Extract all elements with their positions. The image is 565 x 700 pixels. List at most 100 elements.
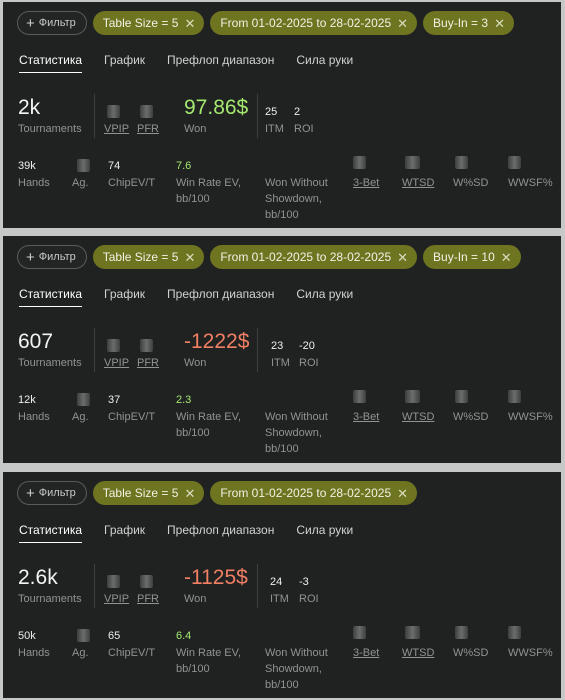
chipev-value: 74: [108, 160, 121, 172]
itm-label: ITM: [270, 593, 289, 605]
filter-chip-buy-in[interactable]: Buy-In = 3 ✕: [423, 11, 514, 35]
tab-statistics[interactable]: Статистика: [19, 523, 83, 543]
close-icon[interactable]: ✕: [397, 251, 408, 264]
hidden-ag-value: [77, 393, 90, 406]
tournaments-label: Tournaments: [18, 123, 82, 135]
tab-hand-strength[interactable]: Сила руки: [296, 523, 353, 543]
hidden-wtsd-value: [405, 156, 420, 169]
hidden-pfr-value: [140, 339, 153, 352]
hidden-pfr-value: [140, 575, 153, 588]
3bet-label[interactable]: 3-Bet: [353, 645, 379, 661]
close-icon[interactable]: ✕: [397, 17, 408, 30]
wwsf-label: WWSF%: [508, 647, 553, 659]
filter-chip-table-size[interactable]: Table Size = 5 ✕: [92, 11, 205, 35]
divider: [257, 328, 258, 372]
divider: [257, 94, 258, 138]
won-without-line1: Won Without: [265, 177, 328, 189]
chip-label: Buy-In = 10: [433, 250, 495, 264]
won-value: 97.86$: [184, 96, 249, 119]
tab-bar: Статистика График Префлоп диапазон Сила …: [19, 53, 353, 73]
wsd-label: W%SD: [453, 647, 489, 659]
roi-value: 2: [294, 106, 301, 118]
stats-panel-1: + Фильтр Table Size = 5 ✕ From 01-02-202…: [3, 2, 561, 228]
plus-icon: +: [26, 14, 35, 32]
filter-button-label: Фильтр: [38, 17, 76, 29]
tournaments-value: 2k: [18, 96, 41, 119]
tournaments-label: Tournaments: [18, 357, 82, 369]
wtsd-label[interactable]: WTSD: [402, 175, 434, 191]
filter-chip-date-range[interactable]: From 01-02-2025 to 28-02-2025 ✕: [210, 245, 418, 269]
hidden-ag-value: [77, 629, 90, 642]
chipev-value: 65: [108, 630, 121, 642]
pfr-label[interactable]: PFR: [137, 121, 159, 137]
tab-statistics[interactable]: Статистика: [19, 287, 83, 307]
vpip-label[interactable]: VPIP: [104, 355, 129, 371]
3bet-label[interactable]: 3-Bet: [353, 175, 379, 191]
hidden-vpip-value: [107, 339, 120, 352]
filter-button[interactable]: + Фильтр: [17, 481, 87, 505]
close-icon[interactable]: ✕: [184, 17, 195, 30]
hidden-wtsd-value: [405, 390, 420, 403]
wwsf-label: WWSF%: [508, 411, 553, 423]
hidden-wwsf-value: [508, 626, 521, 639]
hidden-wwsf-value: [508, 156, 521, 169]
tab-bar: Статистика График Префлоп диапазон Сила …: [19, 287, 353, 307]
tab-preflop-range[interactable]: Префлоп диапазон: [167, 523, 274, 543]
filter-chip-date-range[interactable]: From 01-02-2025 to 28-02-2025 ✕: [210, 481, 418, 505]
filter-chip-buy-in[interactable]: Buy-In = 10 ✕: [423, 245, 521, 269]
close-icon[interactable]: ✕: [184, 487, 195, 500]
hidden-vpip-value: [107, 575, 120, 588]
pfr-label[interactable]: PFR: [137, 355, 159, 371]
tab-hand-strength[interactable]: Сила руки: [296, 287, 353, 307]
hands-label: Hands: [18, 411, 50, 423]
tab-chart[interactable]: График: [104, 287, 145, 307]
tab-statistics[interactable]: Статистика: [19, 53, 83, 73]
vpip-label[interactable]: VPIP: [104, 591, 129, 607]
won-value: -1125$: [184, 566, 248, 589]
won-value: -1222$: [184, 330, 250, 353]
winrate-label-line1: Win Rate EV,: [176, 177, 242, 189]
filter-button-label: Фильтр: [38, 251, 76, 263]
tab-chart[interactable]: График: [104, 53, 145, 73]
itm-label: ITM: [271, 357, 290, 369]
close-icon[interactable]: ✕: [501, 251, 512, 264]
pfr-label[interactable]: PFR: [137, 591, 159, 607]
filter-button[interactable]: + Фильтр: [17, 245, 87, 269]
stats-panel-3: + Фильтр Table Size = 5 ✕ From 01-02-202…: [3, 472, 561, 698]
tournaments-label: Tournaments: [18, 593, 82, 605]
tab-preflop-range[interactable]: Префлоп диапазон: [167, 287, 274, 307]
filter-chip-table-size[interactable]: Table Size = 5 ✕: [92, 245, 205, 269]
plus-icon: +: [26, 484, 35, 502]
tab-preflop-range[interactable]: Префлоп диапазон: [167, 53, 274, 73]
filter-button[interactable]: + Фильтр: [17, 11, 87, 35]
chipev-label: ChipEV/T: [108, 177, 156, 189]
filter-chip-date-range[interactable]: From 01-02-2025 to 28-02-2025 ✕: [210, 11, 418, 35]
hidden-ag-value: [77, 159, 90, 172]
hands-label: Hands: [18, 177, 50, 189]
close-icon[interactable]: ✕: [397, 487, 408, 500]
filter-bar: + Фильтр Table Size = 5 ✕ From 01-02-202…: [17, 11, 514, 35]
winrate-value: 6.4: [176, 630, 192, 642]
hands-value: 50k: [18, 630, 36, 642]
won-label: Won: [184, 357, 207, 369]
winrate-value: 2.3: [176, 394, 192, 406]
filter-chip-table-size[interactable]: Table Size = 5 ✕: [92, 481, 205, 505]
hidden-3bet-value: [353, 626, 366, 639]
close-icon[interactable]: ✕: [184, 251, 195, 264]
3bet-label[interactable]: 3-Bet: [353, 409, 379, 425]
hands-label: Hands: [18, 647, 50, 659]
tab-chart[interactable]: График: [104, 523, 145, 543]
vpip-label[interactable]: VPIP: [104, 121, 129, 137]
won-without-line2: Showdown,: [265, 663, 322, 675]
close-icon[interactable]: ✕: [494, 17, 505, 30]
wtsd-label[interactable]: WTSD: [402, 645, 434, 661]
chipev-label: ChipEV/T: [108, 647, 156, 659]
winrate-label-line1: Win Rate EV,: [176, 647, 242, 659]
wtsd-label[interactable]: WTSD: [402, 409, 434, 425]
divider: [94, 564, 95, 608]
roi-value: -3: [299, 576, 309, 588]
itm-value: 23: [271, 340, 284, 352]
hidden-wsd-value: [455, 626, 468, 639]
tab-hand-strength[interactable]: Сила руки: [296, 53, 353, 73]
hidden-3bet-value: [353, 156, 366, 169]
